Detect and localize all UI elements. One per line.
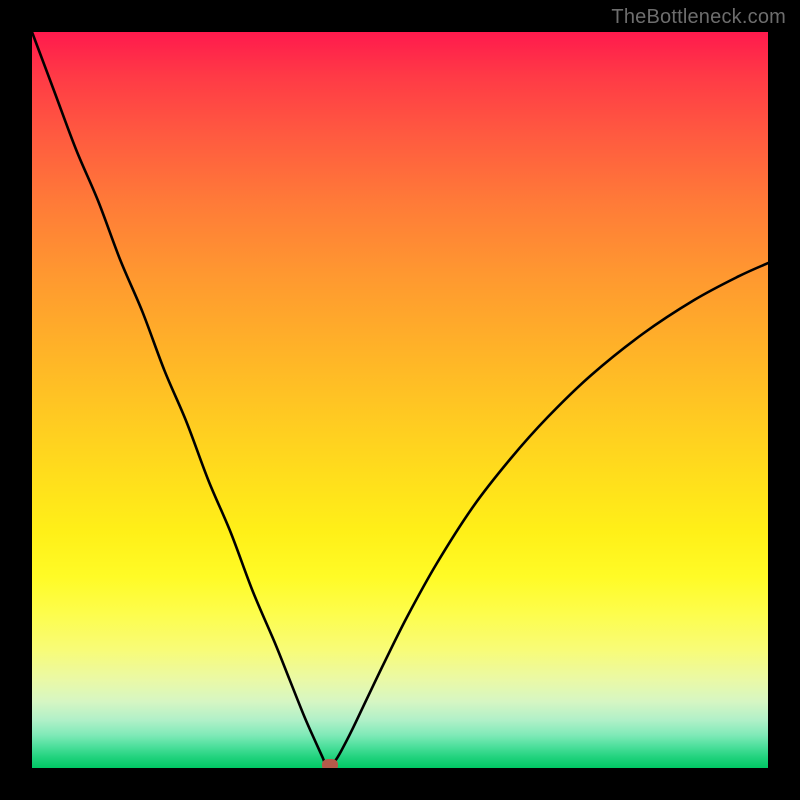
chart-frame: TheBottleneck.com <box>0 0 800 800</box>
bottleneck-curve <box>32 32 768 768</box>
plot-area <box>32 32 768 768</box>
optimum-marker <box>322 759 338 768</box>
attribution-text: TheBottleneck.com <box>611 6 786 29</box>
